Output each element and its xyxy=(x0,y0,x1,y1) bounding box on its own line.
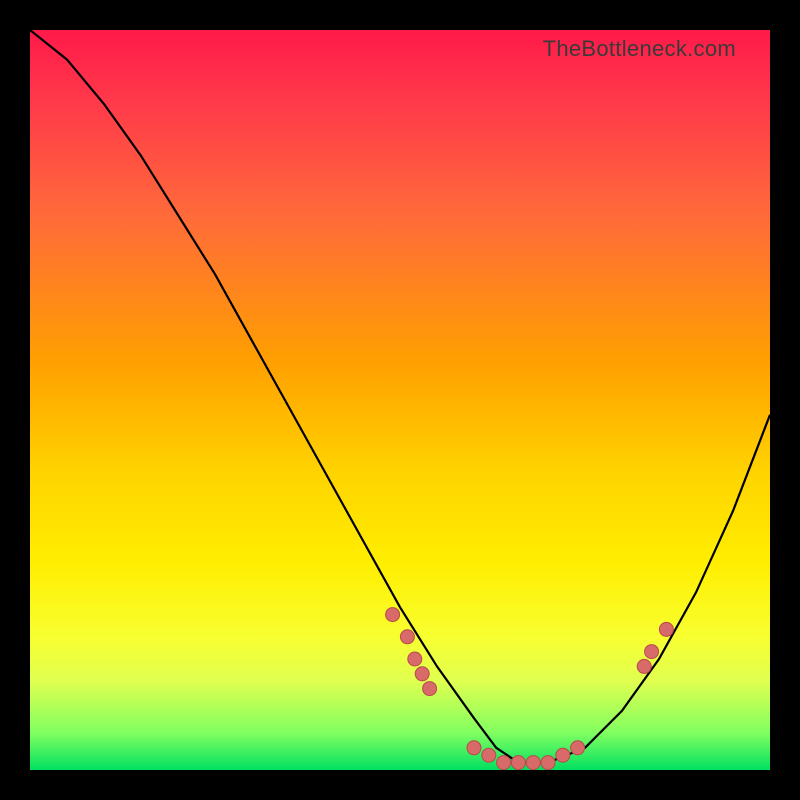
data-dot xyxy=(400,630,414,644)
data-dot xyxy=(541,756,555,770)
data-dot xyxy=(571,741,585,755)
data-dot xyxy=(408,652,422,666)
data-dot xyxy=(386,608,400,622)
chart-container: TheBottleneck.com xyxy=(0,0,800,800)
data-dot xyxy=(556,748,570,762)
data-dot xyxy=(637,659,651,673)
data-dot xyxy=(526,756,540,770)
plot-area: TheBottleneck.com xyxy=(30,30,770,770)
data-dot xyxy=(645,645,659,659)
curve-svg xyxy=(30,30,770,770)
data-dot xyxy=(482,748,496,762)
data-dot xyxy=(467,741,481,755)
curve-dots xyxy=(386,608,674,770)
data-dot xyxy=(423,682,437,696)
data-dot xyxy=(659,622,673,636)
data-dot xyxy=(415,667,429,681)
data-dot xyxy=(511,756,525,770)
data-dot xyxy=(497,756,511,770)
